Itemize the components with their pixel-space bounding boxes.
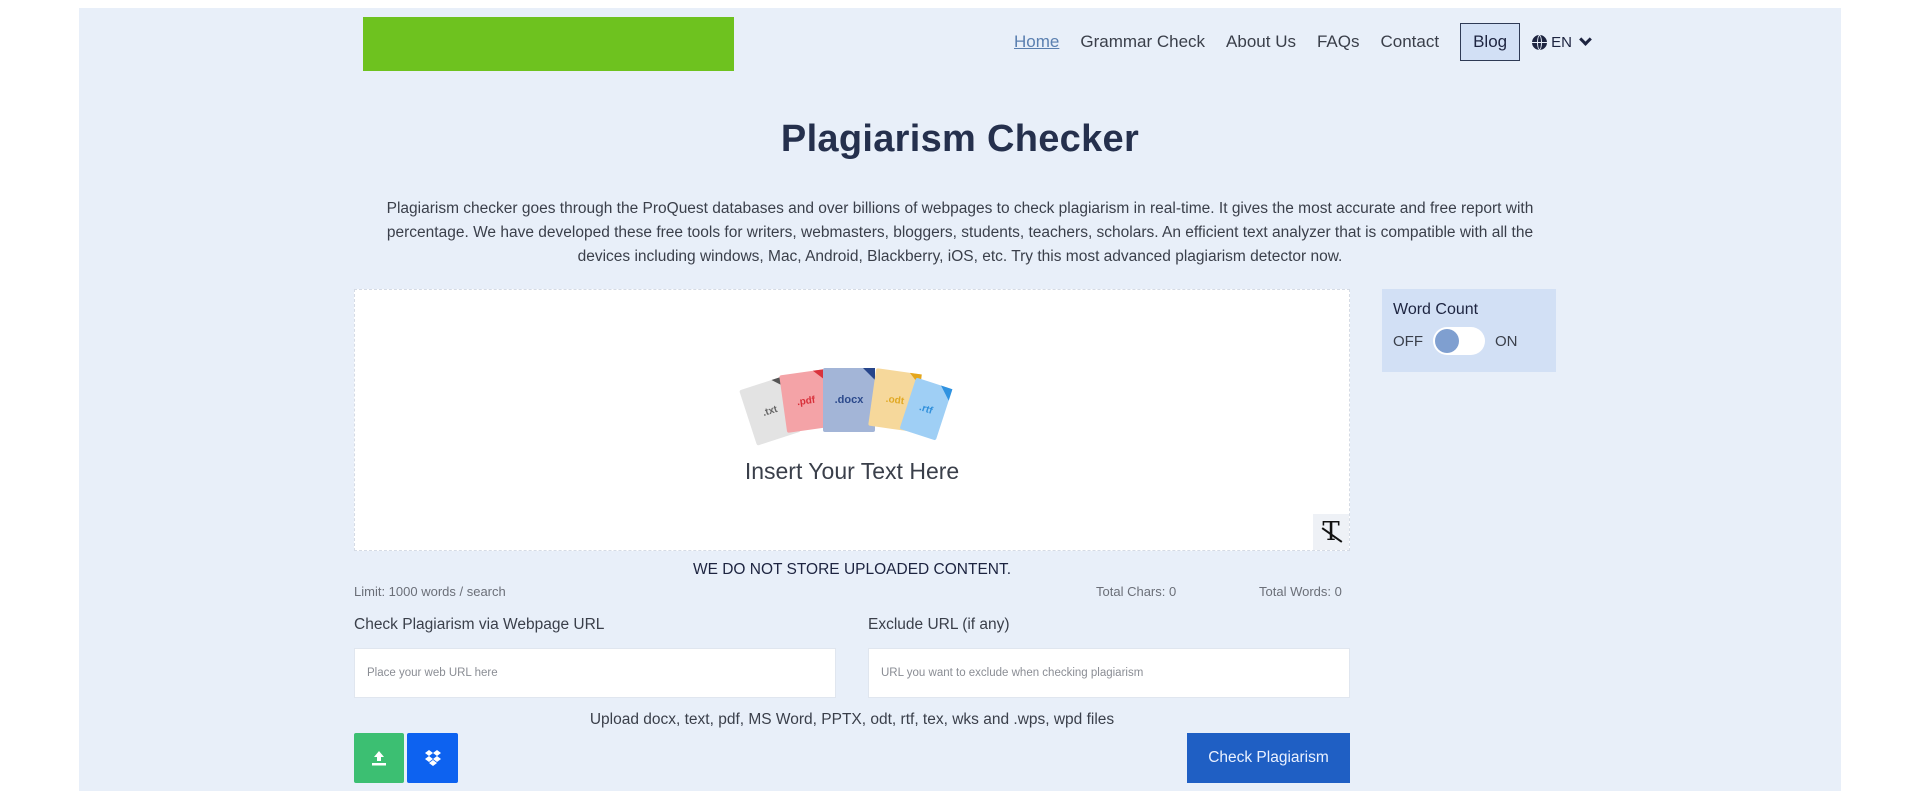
page-title: Plagiarism Checker (780, 118, 1140, 160)
privacy-notice: WE DO NOT STORE UPLOADED CONTENT. (692, 561, 1012, 578)
dropbox-icon (424, 750, 441, 766)
upload-icon (372, 751, 386, 766)
exclude-url-input[interactable] (868, 648, 1350, 698)
nav-faqs[interactable]: FAQs (1317, 32, 1360, 52)
dropbox-button[interactable] (407, 733, 458, 783)
upload-file-button[interactable] (354, 733, 404, 783)
chevron-down-icon (1579, 33, 1592, 46)
word-limit: Limit: 1000 words / search (354, 584, 506, 599)
language-selector[interactable]: EN (1532, 33, 1592, 51)
globe-icon (1532, 34, 1548, 50)
total-chars: Total Chars: 0 (1096, 584, 1177, 599)
toggle-off-label: OFF (1393, 332, 1423, 350)
docx-file-icon: .docx (823, 368, 875, 432)
clear-format-icon[interactable]: T (1313, 514, 1349, 550)
nav-about-us[interactable]: About Us (1226, 32, 1296, 52)
check-plagiarism-button[interactable]: Check Plagiarism (1187, 733, 1350, 783)
total-words: Total Words: 0 (1259, 584, 1342, 599)
toggle-on-label: ON (1495, 332, 1518, 350)
page-description: Plagiarism checker goes through the ProQ… (386, 200, 1534, 265)
nav-contact[interactable]: Contact (1381, 32, 1440, 52)
site-logo[interactable] (363, 17, 734, 71)
upload-note: Upload docx, text, pdf, MS Word, PPTX, o… (589, 711, 1115, 728)
main-nav: Home Grammar Check About Us FAQs Contact… (1014, 22, 1592, 62)
nav-grammar-check[interactable]: Grammar Check (1080, 32, 1205, 52)
nav-home[interactable]: Home (1014, 32, 1059, 52)
nav-blog-button[interactable]: Blog (1460, 23, 1521, 61)
editor-placeholder: Insert Your Text Here (744, 458, 960, 484)
url-label: Check Plagiarism via Webpage URL (354, 616, 605, 633)
toggle-knob (1435, 329, 1459, 353)
exclude-url-label: Exclude URL (if any) (868, 616, 1010, 633)
text-editor[interactable]: .txt .pdf .docx .odt .rtf Insert Your Te… (354, 289, 1350, 551)
word-count-toggle[interactable] (1433, 327, 1485, 355)
word-count-panel: Word Count OFF ON (1382, 289, 1556, 372)
language-value: EN (1551, 33, 1572, 51)
word-count-title: Word Count (1393, 301, 1479, 318)
web-url-input[interactable] (354, 648, 836, 698)
file-types-illustration: .txt .pdf .docx .odt .rtf (739, 368, 953, 446)
